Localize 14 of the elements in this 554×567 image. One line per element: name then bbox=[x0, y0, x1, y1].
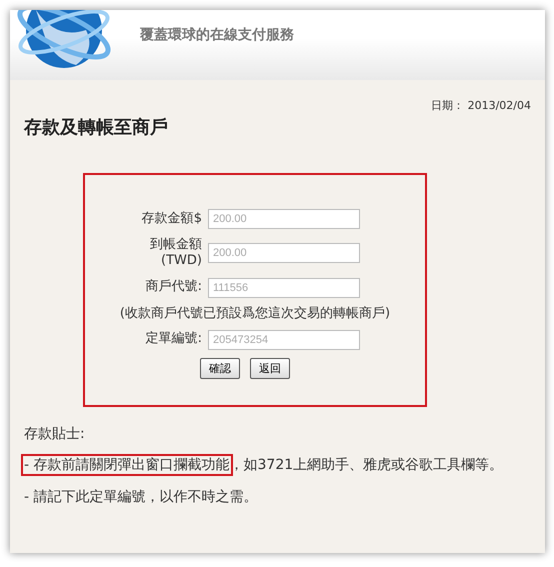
tips-heading: 存款貼士: bbox=[24, 425, 86, 443]
form-button[interactable]: 確認 bbox=[200, 358, 240, 378]
annotation-box: - 存款前請關閉彈出窗口攔截功能 bbox=[24, 457, 230, 473]
form-button[interactable]: 返回 bbox=[250, 358, 290, 378]
field-label: 商戶代號: bbox=[144, 279, 202, 296]
page-title: 存款及轉帳至商戶 bbox=[24, 116, 169, 139]
date-text: 日期： 2013/02/04 bbox=[431, 98, 531, 113]
field-label: 到帳金額 (TWD) bbox=[149, 237, 202, 270]
field-label: 定單編號: bbox=[144, 331, 202, 348]
tip-text: - 請記下此定單編號，以作不時之需。 bbox=[24, 488, 258, 505]
tagline: 覆蓋環球的在線支付服務 bbox=[140, 26, 294, 44]
note-text: (收款商戶代號已預設爲您這次交易的轉帳商戶) bbox=[120, 304, 390, 322]
field-label: 存款金額$ bbox=[140, 210, 202, 228]
tip-text: ，如3721上網助手、雅虎或谷歌工具欄等。 bbox=[230, 457, 504, 473]
